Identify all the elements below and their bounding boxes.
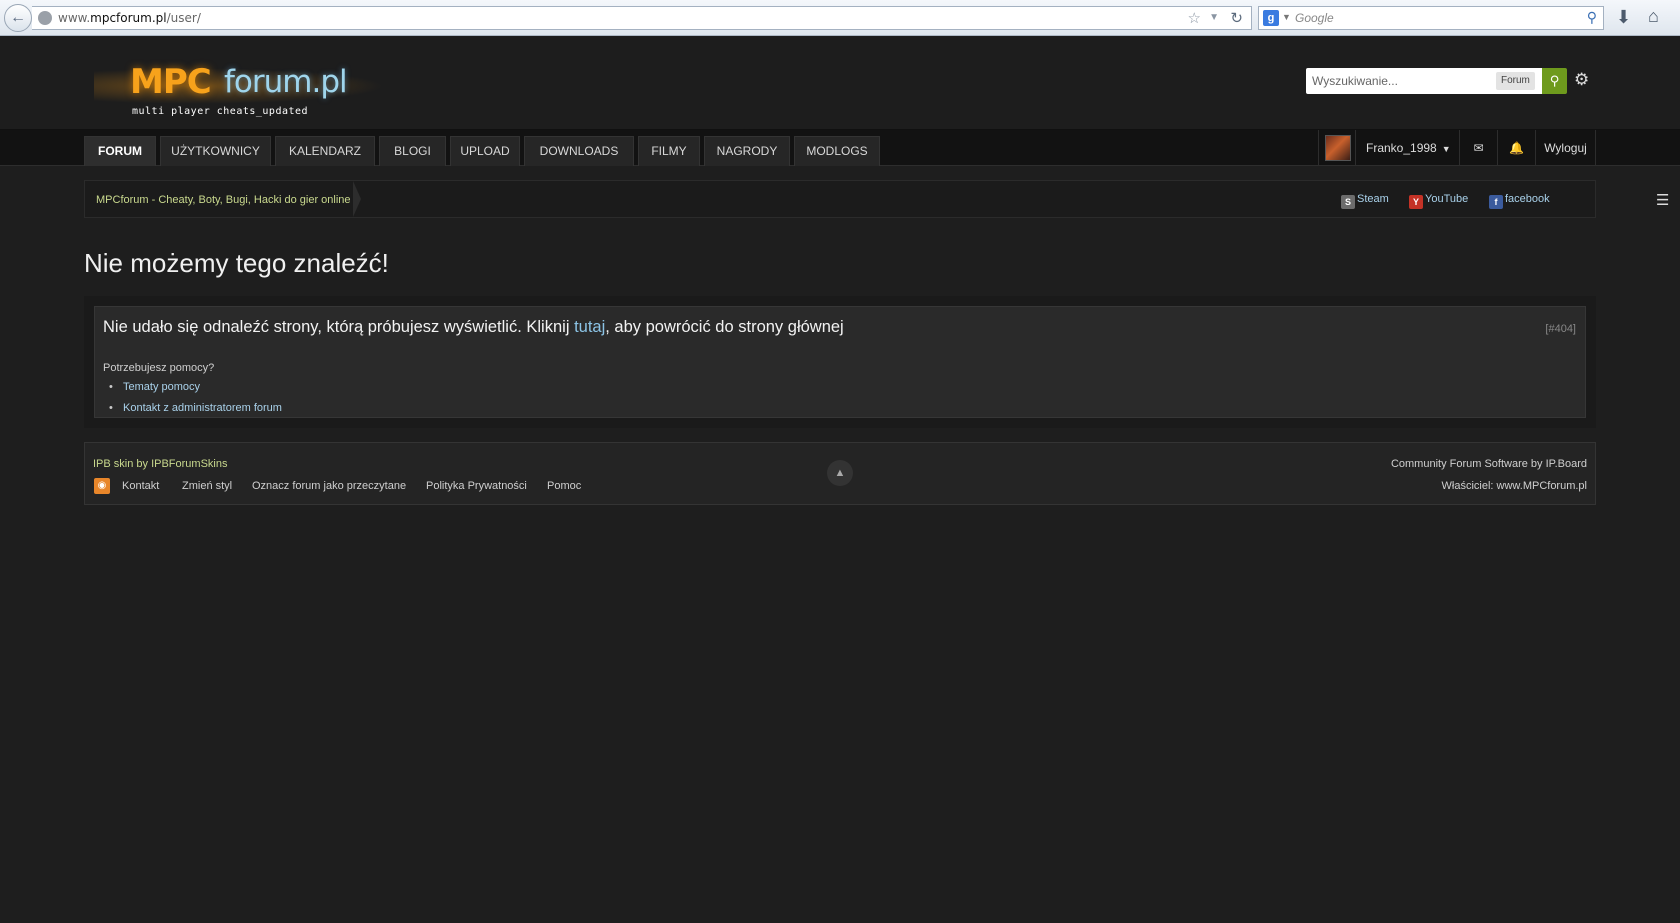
tab-downloads[interactable]: DOWNLOADS [524, 136, 634, 166]
download-icon[interactable]: ⬇ [1616, 7, 1631, 28]
bookmark-star-icon[interactable]: ☆ [1188, 9, 1201, 27]
youtube-icon: Y [1409, 195, 1423, 209]
list-icon[interactable]: ☰ [1656, 191, 1669, 209]
chevron-down-icon: ▼ [1441, 144, 1451, 154]
facebook-link[interactable]: f facebook [1489, 193, 1550, 209]
reload-icon[interactable]: ↻ [1230, 9, 1243, 27]
user-menu[interactable]: Franko_1998 ▼ [1355, 130, 1459, 166]
error-container: Nie udało się odnaleźć strony, którą pró… [84, 296, 1596, 428]
notifications-button[interactable]: 🔔 [1497, 130, 1535, 166]
browser-search-placeholder: Google [1295, 11, 1334, 25]
search-input[interactable] [1306, 68, 1496, 94]
site-logo[interactable]: MPC forum.pl multi player cheats_updated [94, 58, 384, 128]
back-to-top-icon[interactable]: ▲ [827, 460, 853, 486]
avatar[interactable] [1325, 135, 1351, 161]
breadcrumb-home-link[interactable]: MPCforum - Cheaty, Boty, Bugi, Hacki do … [96, 194, 351, 206]
url-text: www.mpcforum.pl/user/ [58, 11, 201, 25]
help-question: Potrzebujesz pomocy? [103, 362, 215, 374]
page-title: Nie możemy tego znaleźć! [84, 248, 389, 278]
software-credit[interactable]: Community Forum Software by IP.Board [1391, 458, 1587, 470]
tab-users[interactable]: UŻYTKOWNICY [160, 136, 271, 166]
home-link[interactable]: tutaj [574, 318, 605, 336]
google-icon[interactable]: g [1263, 10, 1279, 26]
bell-icon: 🔔 [1509, 141, 1524, 155]
engine-dropdown-icon[interactable]: ▼ [1282, 12, 1291, 22]
username: Franko_1998 [1366, 141, 1437, 155]
steam-icon: S [1341, 195, 1355, 209]
site-header: MPC forum.pl multi player cheats_updated… [0, 36, 1680, 130]
tab-awards[interactable]: NAGRODY [704, 136, 790, 166]
site-search: Forum ⚲ [1306, 68, 1567, 94]
footer-link-mark-read[interactable]: Oznacz forum jako przeczytane [252, 480, 406, 492]
messages-button[interactable]: ✉ [1459, 130, 1497, 166]
breadcrumb: MPCforum - Cheaty, Boty, Bugi, Hacki do … [84, 180, 1669, 218]
help-links: Tematy pomocy Kontakt z administratorem … [123, 381, 282, 423]
footer-link-help[interactable]: Pomoc [547, 480, 581, 492]
rss-icon[interactable]: ◉ [94, 478, 110, 494]
help-topics-link[interactable]: Tematy pomocy [123, 381, 282, 402]
steam-link[interactable]: S Steam [1341, 193, 1389, 209]
primary-nav: FORUM UŻYTKOWNICY KALENDARZ BLOGI UPLOAD… [0, 130, 1680, 166]
footer-link-change-style[interactable]: Zmień styl [182, 480, 232, 492]
logo-forum-text: forum.pl [224, 64, 348, 100]
gear-icon[interactable]: ⚙ [1574, 70, 1589, 90]
envelope-icon: ✉ [1473, 141, 1484, 155]
facebook-icon: f [1489, 195, 1503, 209]
magnifier-icon[interactable]: ⚲ [1587, 9, 1597, 26]
history-dropdown-icon[interactable]: ▼ [1209, 12, 1219, 23]
error-message: Nie udało się odnaleźć strony, którą pró… [103, 318, 844, 336]
error-box: Nie udało się odnaleźć strony, którą pró… [94, 306, 1586, 418]
user-area-divider [1318, 130, 1319, 166]
browser-search-field[interactable]: g ▼ Google ⚲ [1258, 6, 1604, 30]
tab-films[interactable]: FILMY [638, 136, 700, 166]
browser-toolbar: ← www.mpcforum.pl/user/ ☆ ▼ ↻ g ▼ Google… [0, 0, 1680, 36]
logo-mpc-text: MPC [130, 62, 212, 102]
error-code: [#404] [1545, 323, 1576, 335]
tab-upload[interactable]: UPLOAD [450, 136, 520, 166]
youtube-link[interactable]: Y YouTube [1409, 193, 1468, 209]
footer-link-contact[interactable]: Kontakt [122, 480, 159, 492]
search-icon: ⚲ [1549, 73, 1560, 88]
owner-credit: Właściciel: www.MPCforum.pl [1441, 480, 1587, 492]
logo-tagline: multi player cheats_updated [132, 106, 309, 117]
contact-admin-link[interactable]: Kontakt z administratorem forum [123, 402, 282, 423]
search-scope-badge[interactable]: Forum [1496, 72, 1535, 90]
globe-icon [38, 11, 52, 25]
home-icon[interactable]: ⌂ [1648, 6, 1659, 27]
footer-link-privacy[interactable]: Polityka Prywatności [426, 480, 527, 492]
back-arrow-icon[interactable]: ← [4, 4, 32, 32]
tab-modlogs[interactable]: MODLOGS [794, 136, 880, 166]
skin-credit-link[interactable]: IPB skin by IPBForumSkins [93, 458, 228, 470]
tab-blogs[interactable]: BLOGI [379, 136, 446, 166]
logout-button[interactable]: Wyloguj [1535, 130, 1596, 166]
tab-calendar[interactable]: KALENDARZ [275, 136, 375, 166]
search-button[interactable]: ⚲ [1542, 68, 1567, 94]
footer: IPB skin by IPBForumSkins ◉ Kontakt Zmie… [84, 442, 1596, 505]
breadcrumb-separator [353, 181, 361, 217]
address-bar[interactable]: www.mpcforum.pl/user/ ☆ ▼ ↻ [32, 6, 1252, 30]
tab-forum[interactable]: FORUM [84, 136, 156, 166]
